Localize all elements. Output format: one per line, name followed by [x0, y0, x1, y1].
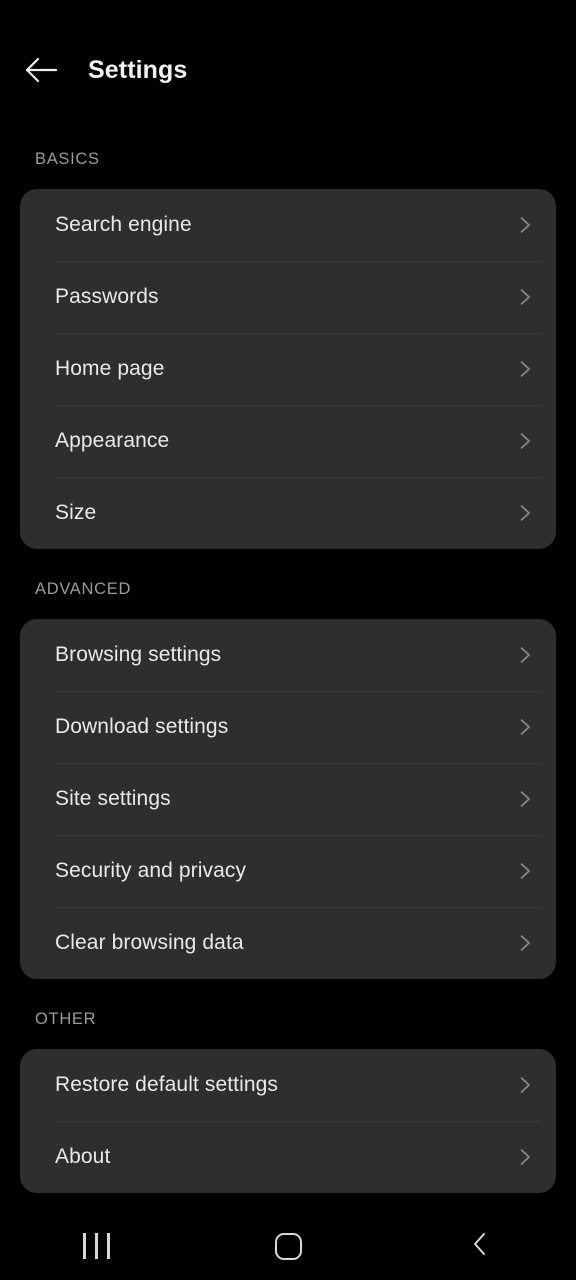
row-label: Browsing settings [55, 643, 222, 666]
settings-row-download-settings[interactable]: Download settings [20, 691, 556, 763]
settings-row-search-engine[interactable]: Search engine [20, 189, 556, 261]
chevron-right-icon [514, 1074, 536, 1096]
back-button[interactable] [10, 38, 74, 102]
recents-button[interactable] [0, 1212, 192, 1280]
row-label: Passwords [55, 285, 159, 308]
section-header-advanced: ADVANCED [35, 580, 132, 598]
chevron-right-icon [514, 502, 536, 524]
settings-row-about[interactable]: About [20, 1121, 556, 1193]
chevron-right-icon [514, 932, 536, 954]
row-label: Size [55, 501, 97, 524]
back-icon [469, 1230, 491, 1263]
chevron-right-icon [514, 286, 536, 308]
row-label: Appearance [55, 429, 170, 452]
home-icon [274, 1232, 302, 1260]
system-navigation-bar [0, 1212, 576, 1280]
arrow-left-icon [25, 56, 59, 84]
settings-row-home-page[interactable]: Home page [20, 333, 556, 405]
home-button[interactable] [192, 1212, 384, 1280]
row-label: Restore default settings [55, 1073, 279, 1096]
recents-icon [82, 1233, 110, 1259]
row-label: Site settings [55, 787, 171, 810]
settings-list: BASICS Search engine Passwords Home page [0, 140, 576, 1280]
chevron-right-icon [514, 430, 536, 452]
settings-row-size[interactable]: Size [20, 477, 556, 549]
row-label: About [55, 1145, 111, 1168]
row-label: Download settings [55, 715, 229, 738]
section-header-basics: BASICS [35, 150, 100, 168]
chevron-right-icon [514, 358, 536, 380]
settings-row-appearance[interactable]: Appearance [20, 405, 556, 477]
chevron-right-icon [514, 788, 536, 810]
settings-row-browsing-settings[interactable]: Browsing settings [20, 619, 556, 691]
settings-row-security-and-privacy[interactable]: Security and privacy [20, 835, 556, 907]
row-label: Security and privacy [55, 859, 247, 882]
system-back-button[interactable] [384, 1212, 576, 1280]
chevron-right-icon [514, 716, 536, 738]
chevron-right-icon [514, 1146, 536, 1168]
chevron-right-icon [514, 860, 536, 882]
settings-row-passwords[interactable]: Passwords [20, 261, 556, 333]
settings-row-restore-default-settings[interactable]: Restore default settings [20, 1049, 556, 1121]
row-label: Home page [55, 357, 165, 380]
app-bar: Settings [0, 0, 576, 140]
settings-card-other: Restore default settings About [20, 1049, 556, 1193]
row-label: Clear browsing data [55, 931, 244, 954]
row-label: Search engine [55, 213, 192, 236]
page-title: Settings [88, 55, 188, 84]
settings-row-clear-browsing-data[interactable]: Clear browsing data [20, 907, 556, 979]
settings-card-basics: Search engine Passwords Home page Appear… [20, 189, 556, 549]
settings-screen: Settings BASICS Search engine Passwords … [0, 0, 576, 1280]
chevron-right-icon [514, 214, 536, 236]
section-header-other: OTHER [35, 1010, 97, 1028]
chevron-right-icon [514, 644, 536, 666]
settings-card-advanced: Browsing settings Download settings Site… [20, 619, 556, 979]
settings-row-site-settings[interactable]: Site settings [20, 763, 556, 835]
